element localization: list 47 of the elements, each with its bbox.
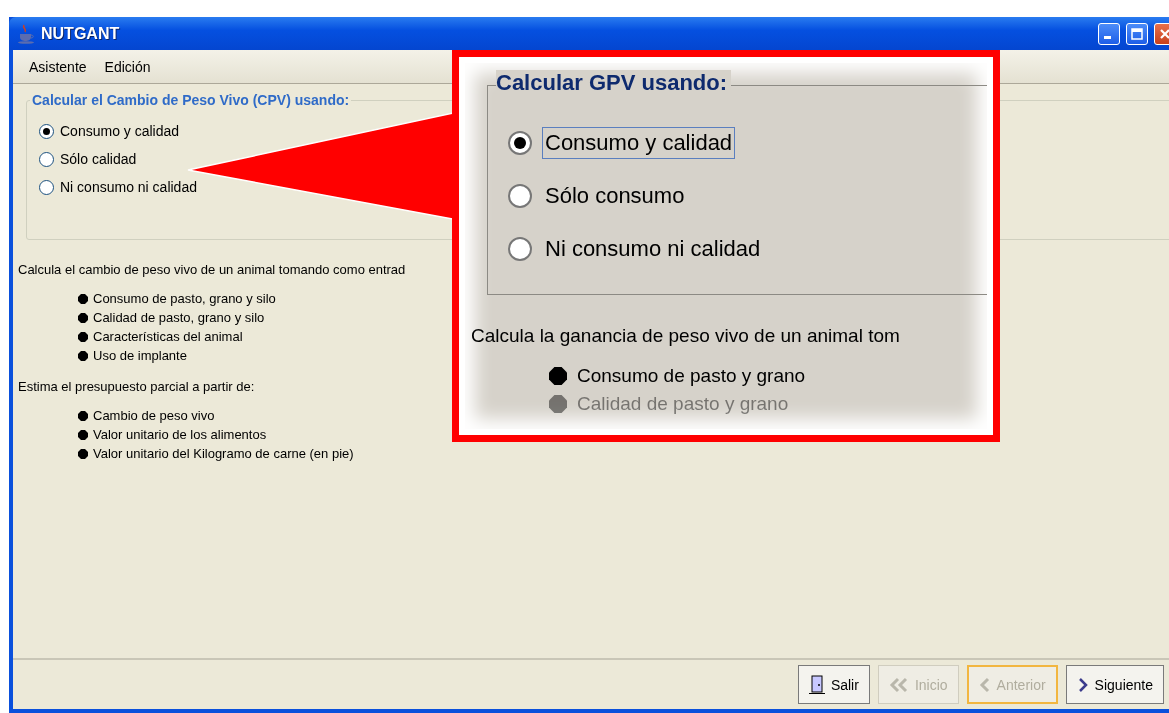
bullet-icon [78,350,88,361]
radio-label: Consumo y calidad [542,127,736,159]
wizard-button[interactable]: Siguiente [1065,665,1164,704]
list-item: Cambio de peso vivo [93,408,215,423]
bullet-icon [549,367,567,385]
bullet-icon [78,312,88,323]
close-button[interactable] [1154,22,1169,45]
bullet-icon [78,293,88,304]
wizard-button[interactable]: Salir [797,665,870,704]
window-title: NUTGANT [41,24,120,43]
bullet-icon [78,429,88,440]
menu-item[interactable]: Edición [98,56,157,77]
list-item: Valor unitario de los alimentos [93,427,267,442]
bullet-icon [78,331,88,342]
bullet-icon [78,410,88,421]
radio-label[interactable]: Consumo y calidad [60,123,180,139]
list-item: Calidad de pasto, grano y silo [93,310,265,325]
radio-button[interactable] [39,179,54,195]
radio-label: Sólo consumo [544,182,686,210]
description-text: Calcula la ganancia de peso vivo de un animal tom [471,325,901,347]
menu-item[interactable]: Asistente [23,56,93,77]
double-chevron-left-icon [888,676,909,693]
bullet-icon [78,448,88,459]
minimize-button[interactable] [1098,22,1120,45]
description-text: Estima el presupuesto parcial a partir de: [18,379,256,394]
list-item: Consumo de pasto, grano y silo [93,291,276,306]
maximize-icon [1131,27,1143,40]
radio-label[interactable]: Ni consumo ni calidad [60,179,197,195]
list-item: Características del animal [93,329,243,344]
close-icon [1159,27,1169,40]
minimize-icon [1104,36,1111,39]
chevron-right-icon [1076,676,1089,693]
list-item: Valor unitario del Kilogramo de carne (en pie) [93,446,354,461]
group-title: Calcular el Cambio de Peso Vivo (CPV) usando: [30,92,352,108]
door-icon [808,674,825,695]
description-text: Calcula el cambio de peso vivo de un animal tomando como entrad [18,262,407,277]
chevron-left-icon [978,676,991,693]
list-item: Calidad de pasto y grano [577,393,789,415]
radio-button[interactable] [39,123,54,139]
radio-button[interactable] [39,151,54,167]
radio-label[interactable]: Sólo calidad [60,151,137,167]
radio-label: Ni consumo ni calidad [544,235,762,263]
maximize-button[interactable] [1126,22,1148,45]
coffee-cup-icon [17,23,35,44]
list-item: Consumo de pasto y grano [577,365,806,387]
bullet-icon [549,395,567,413]
list-item: Uso de implante [93,348,187,363]
